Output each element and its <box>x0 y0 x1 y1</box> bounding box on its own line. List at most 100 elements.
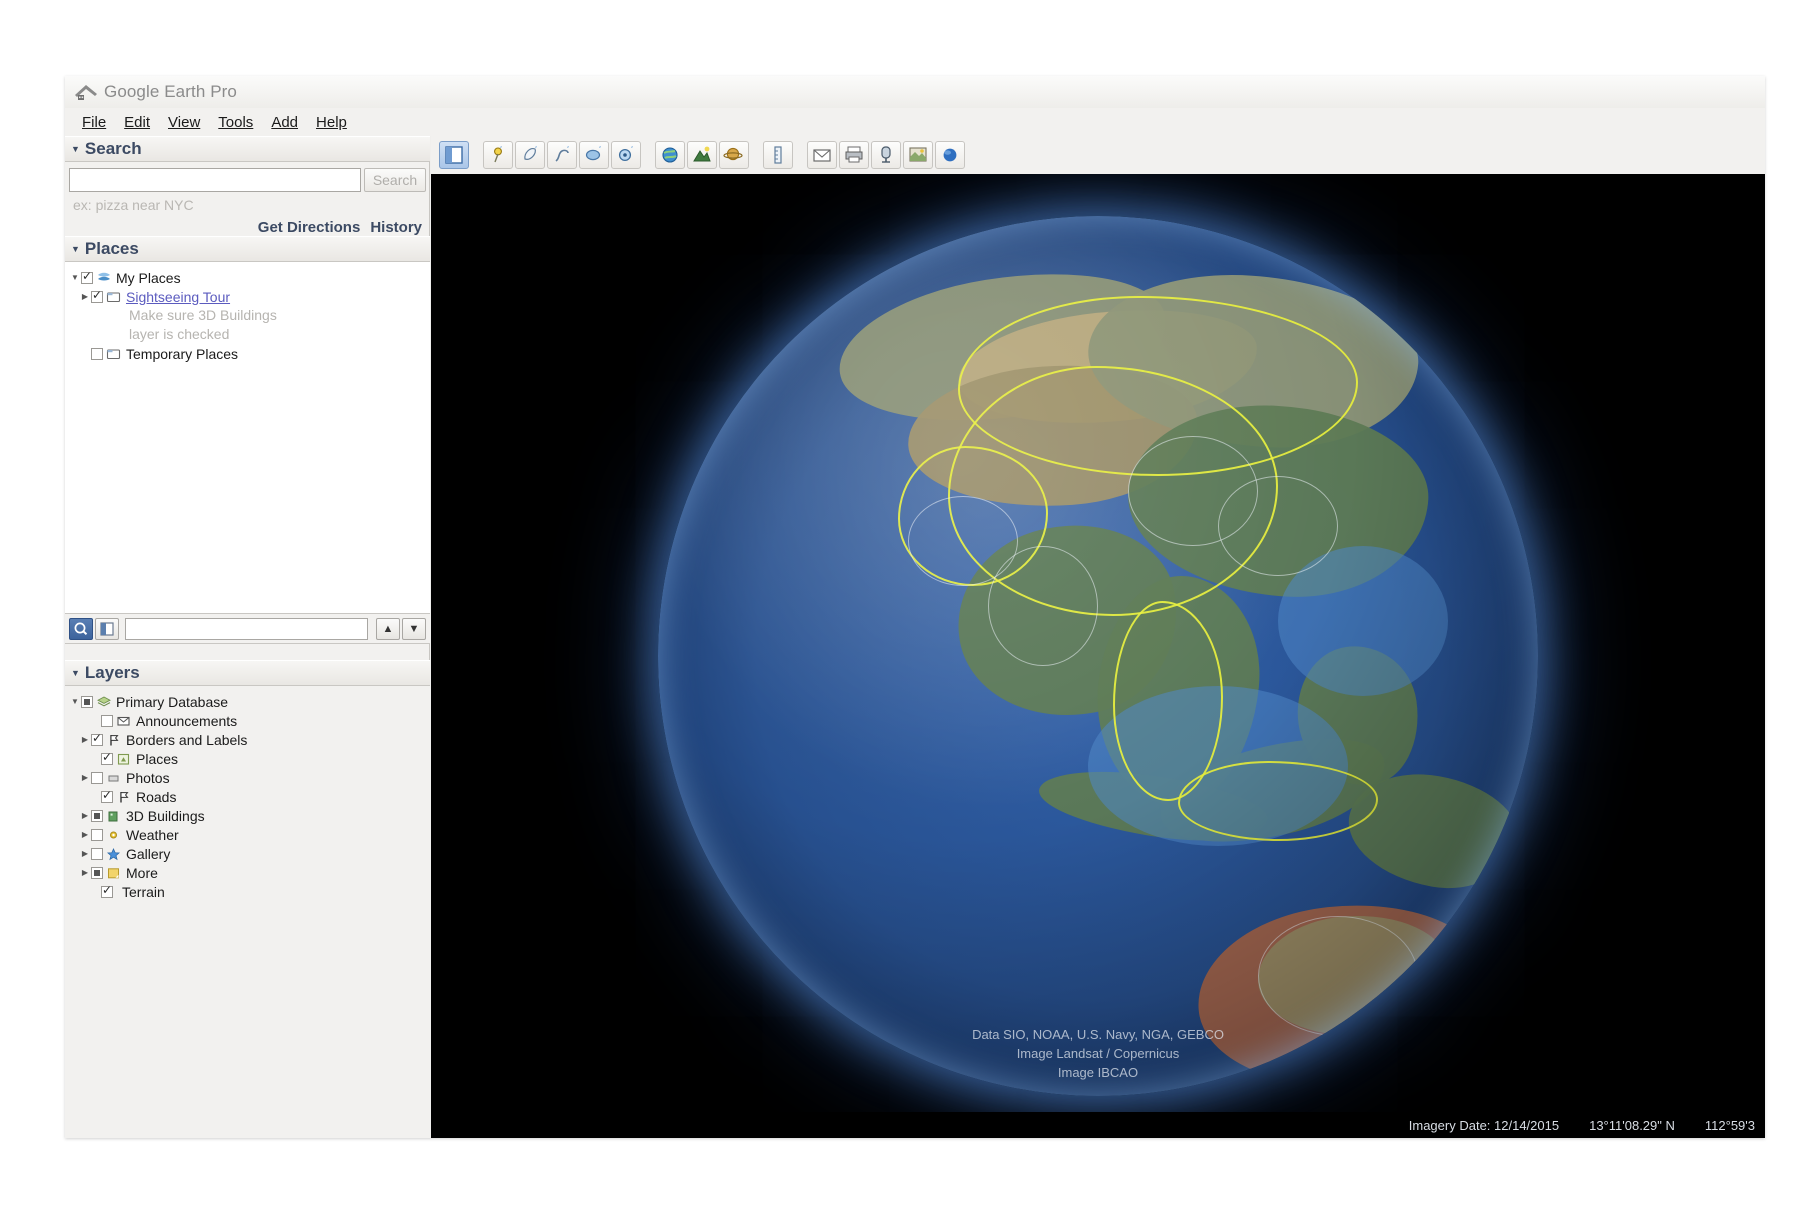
history-link[interactable]: History <box>370 219 422 236</box>
places-section-header[interactable]: ▼ Places <box>65 236 430 262</box>
folder-icon <box>106 290 122 304</box>
menu-bar[interactable]: File Edit View Tools Add Help <box>65 108 1765 136</box>
printer-icon[interactable] <box>839 141 869 169</box>
layer-row-places[interactable]: ▶ Places <box>65 749 430 768</box>
polygon-icon[interactable] <box>515 141 545 169</box>
layer-label-gallery: Gallery <box>126 846 170 862</box>
layer-row-announcements[interactable]: ▶ Announcements <box>65 711 430 730</box>
checkbox-borders-and-labels[interactable] <box>91 734 103 746</box>
menu-add[interactable]: Add <box>262 112 307 133</box>
places-row-sightseeing-tour[interactable]: ▶ Sightseeing Tour <box>65 287 430 306</box>
image-overlay-icon[interactable] <box>579 141 609 169</box>
checkbox-roads[interactable] <box>101 791 113 803</box>
checkbox-temporary-places[interactable] <box>91 348 103 360</box>
menu-help[interactable]: Help <box>307 112 356 133</box>
layer-label-weather: Weather <box>126 827 179 843</box>
expander-closed-icon[interactable]: ▶ <box>79 291 91 303</box>
building-icon <box>106 809 122 823</box>
save-image-icon[interactable] <box>871 141 901 169</box>
placemark-pin-icon[interactable] <box>483 141 513 169</box>
checkbox-photos[interactable] <box>91 772 103 784</box>
search-section-header[interactable]: ▼ Search <box>65 136 430 162</box>
borders-icon <box>106 733 122 747</box>
search-input[interactable] <box>69 168 361 192</box>
sun-mountain-icon[interactable] <box>687 141 717 169</box>
planet-icon[interactable] <box>719 141 749 169</box>
expander-spacer-icon: ▶ <box>89 886 101 898</box>
magnifier-icon[interactable] <box>69 618 93 640</box>
checkbox-weather[interactable] <box>91 829 103 841</box>
checkbox-my-places[interactable] <box>81 272 93 284</box>
layer-row-primary-database[interactable]: ▼ Primary Database <box>65 692 430 711</box>
maps-icon[interactable] <box>903 141 933 169</box>
layers-tree[interactable]: ▼ Primary Database ▶ <box>65 686 430 1138</box>
expander-open-icon[interactable]: ▼ <box>69 272 81 284</box>
menu-edit-label: Edit <box>124 114 150 131</box>
split-panel-icon[interactable] <box>95 618 119 640</box>
earth-globe[interactable] <box>658 216 1538 1096</box>
layer-row-3d-buildings[interactable]: ▶ 3D Buildings <box>65 806 430 825</box>
menu-edit[interactable]: Edit <box>115 112 159 133</box>
checkbox-more[interactable] <box>91 867 103 879</box>
places-filter-input[interactable] <box>125 618 368 640</box>
menu-add-label: Add <box>271 114 298 131</box>
layer-label-borders-and-labels: Borders and Labels <box>126 732 247 748</box>
checkbox-terrain[interactable] <box>101 886 113 898</box>
search-hint-text: ex: pizza near NYC <box>65 192 430 213</box>
expander-closed-icon[interactable]: ▶ <box>79 734 91 746</box>
window-title: Google Earth Pro <box>104 82 237 102</box>
layers-section-header[interactable]: ▼ Layers <box>65 660 430 686</box>
get-directions-link[interactable]: Get Directions <box>258 219 361 236</box>
places-tree[interactable]: ▼ My Places ▶ <box>65 262 430 614</box>
menu-tools[interactable]: Tools <box>209 112 262 133</box>
expander-closed-icon[interactable]: ▶ <box>79 810 91 822</box>
sidebar-panel-icon[interactable] <box>439 141 469 169</box>
layer-row-photos[interactable]: ▶ Photos <box>65 768 430 787</box>
layer-row-terrain[interactable]: ▶ Terrain <box>65 882 430 901</box>
weather-icon <box>106 828 122 842</box>
checkbox-places-layer[interactable] <box>101 753 113 765</box>
checkbox-sightseeing-tour[interactable] <box>91 291 103 303</box>
places-row-temporary-places[interactable]: ▶ Temporary Places <box>65 344 430 363</box>
places-row-my-places[interactable]: ▼ My Places <box>65 268 430 287</box>
globe-canvas[interactable]: Data SIO, NOAA, U.S. Navy, NGA, GEBCO Im… <box>431 174 1765 1138</box>
checkbox-3d-buildings[interactable] <box>91 810 103 822</box>
layer-row-borders-and-labels[interactable]: ▶ Borders and Labels <box>65 730 430 749</box>
layer-row-gallery[interactable]: ▶ Gallery <box>65 844 430 863</box>
path-icon[interactable] <box>547 141 577 169</box>
checkbox-gallery[interactable] <box>91 848 103 860</box>
expander-closed-icon[interactable]: ▶ <box>79 867 91 879</box>
places-label-sightseeing-tour[interactable]: Sightseeing Tour <box>126 289 230 305</box>
expander-closed-icon[interactable]: ▶ <box>79 829 91 841</box>
chevron-down-icon: ▼ <box>71 245 80 254</box>
ruler-icon[interactable] <box>763 141 793 169</box>
move-up-button[interactable]: ▲ <box>376 618 400 640</box>
menu-file[interactable]: File <box>73 112 115 133</box>
checkbox-primary-database[interactable] <box>81 696 93 708</box>
checkbox-announcements[interactable] <box>101 715 113 727</box>
layer-row-weather[interactable]: ▶ Weather <box>65 825 430 844</box>
move-down-button[interactable]: ▼ <box>402 618 426 640</box>
record-tour-icon[interactable] <box>611 141 641 169</box>
search-button[interactable]: Search <box>364 168 426 192</box>
email-icon[interactable] <box>807 141 837 169</box>
layer-label-announcements: Announcements <box>136 713 237 729</box>
expander-spacer-icon: ▶ <box>89 753 101 765</box>
menu-view[interactable]: View <box>159 112 209 133</box>
folder-icon <box>106 347 122 361</box>
layer-row-more[interactable]: ▶ More <box>65 863 430 882</box>
expander-closed-icon[interactable]: ▶ <box>79 848 91 860</box>
terrain-spacer-icon <box>116 885 118 899</box>
places-sub-line-1: Make sure 3D Buildings <box>65 306 430 325</box>
viewport: Data SIO, NOAA, U.S. Navy, NGA, GEBCO Im… <box>431 136 1765 1138</box>
roads-icon <box>116 790 132 804</box>
menu-file-label: File <box>82 114 106 131</box>
layer-label-more: More <box>126 865 158 881</box>
expander-closed-icon[interactable]: ▶ <box>79 772 91 784</box>
clock-globe-icon[interactable] <box>655 141 685 169</box>
blue-globe-icon[interactable] <box>935 141 965 169</box>
expander-spacer-icon: ▶ <box>89 791 101 803</box>
expander-open-icon[interactable]: ▼ <box>69 696 81 708</box>
layer-row-roads[interactable]: ▶ Roads <box>65 787 430 806</box>
search-panel: ▼ Search Search ex: pizza near NYC Get D… <box>65 136 430 243</box>
